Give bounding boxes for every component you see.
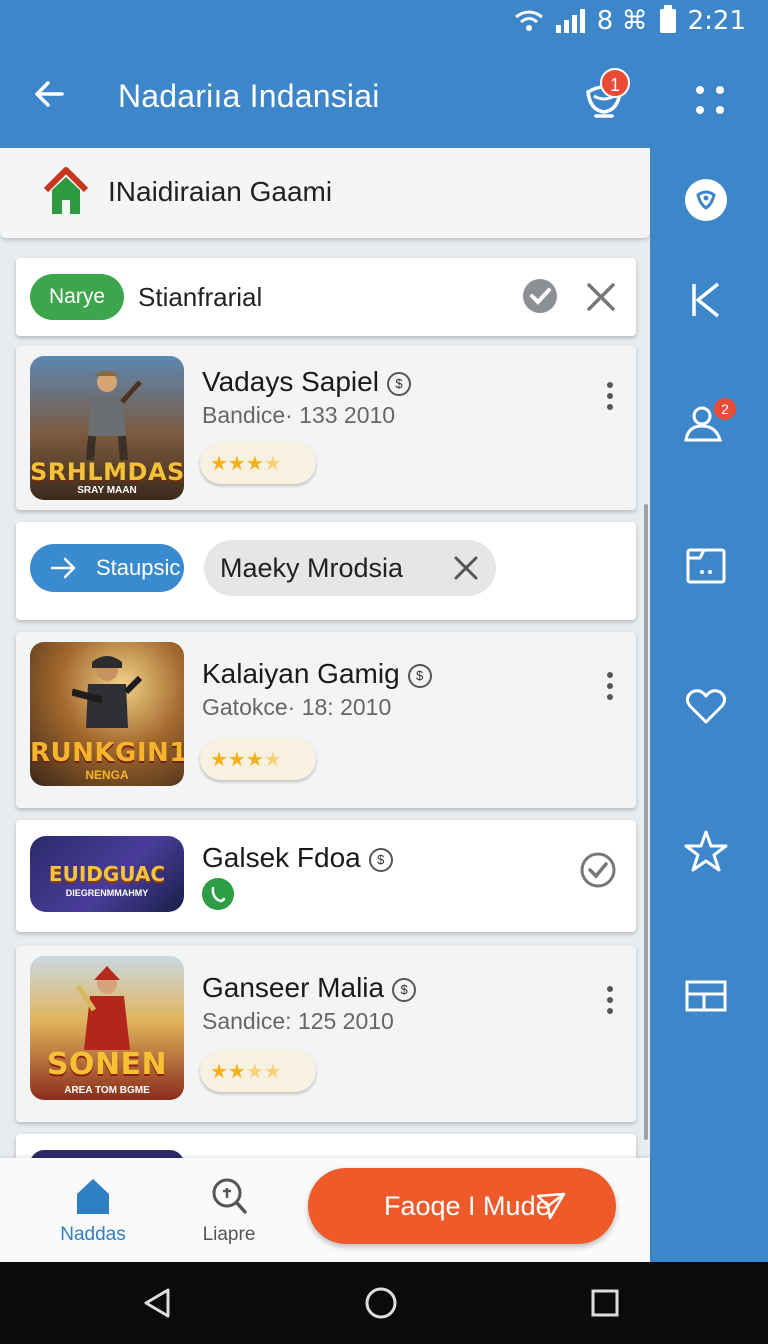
coin-icon: $ (386, 371, 411, 396)
section-title: INaidiraian Gaami (108, 176, 333, 207)
star-icon[interactable] (680, 826, 732, 878)
rating-pill: ★★★★ (200, 1050, 316, 1092)
game-card[interactable] (16, 1134, 636, 1158)
coin-icon: $ (407, 663, 432, 688)
status-time: 2:21 (687, 6, 746, 36)
game-thumbnail: SRHLMDASAS SRAY MAAN (30, 356, 184, 500)
system-recents-icon[interactable] (588, 1286, 622, 1320)
game-card[interactable]: SONEN AREA TOM BGME Ganseer Malia $ Sandi… (16, 946, 636, 1122)
game-subtitle: Bandice· 133 2010 (202, 402, 396, 428)
skip-back-icon[interactable] (680, 274, 732, 326)
game-card[interactable]: EUIDGUAC DIEGRENMMAHMY Galsek Fdoa $ (16, 820, 636, 932)
close-icon[interactable] (584, 280, 618, 314)
coin-icon: $ (392, 977, 417, 1002)
search-info-icon (212, 1178, 247, 1214)
bottom-nav: Naddas Liapre Faoqe I Mude (0, 1158, 650, 1262)
game-title: Galsek Fdoa $ (202, 842, 393, 874)
notification-badge: 1 (600, 68, 630, 98)
game-art-title: SONEN (46, 1047, 168, 1082)
tag-row: Staupsic Maeky Mrodsia (16, 522, 636, 620)
folder-icon[interactable] (680, 540, 732, 592)
nav-explore[interactable]: Liapre (184, 1176, 274, 1246)
game-title: Ganseer Malia $ (202, 972, 417, 1004)
send-icon (536, 1192, 566, 1220)
location-badge-icon[interactable] (680, 174, 732, 226)
tag-chip[interactable]: Maeky Mrodsia (204, 540, 496, 596)
coin-icon: $ (368, 847, 393, 872)
soldier-art (86, 371, 142, 461)
status-extra: 8 ⌘ (596, 6, 648, 36)
game-art-title: SRHLMDASAS (30, 458, 184, 486)
home-logo-icon (43, 167, 89, 214)
game-thumbnail (30, 1150, 184, 1158)
content-area: INaidiraian Gaami Narye Stianfrarial SRH… (0, 148, 650, 1158)
game-thumbnail: SONEN AREA TOM BGME (30, 956, 184, 1100)
game-art-sub: SRAY MAAN (77, 485, 137, 496)
app-bar: Nadariıa Indansiai 1 (0, 44, 768, 148)
game-title: Vadays Sapiel $ (202, 366, 411, 398)
rating-pill: ★★★★ (200, 738, 316, 780)
more-dots-icon[interactable] (690, 80, 730, 120)
right-rail: 2 (650, 148, 768, 1262)
scrollbar[interactable] (644, 504, 648, 1140)
section-header: INaidiraian Gaami (0, 148, 650, 238)
game-art-sub: AREA TOM BGME (64, 1085, 150, 1096)
status-bar: 8 ⌘ 2:21 (0, 0, 768, 44)
more-vertical-icon[interactable] (604, 382, 616, 416)
system-back-icon[interactable] (140, 1286, 174, 1320)
game-thumbnail: EUIDGUAC DIEGRENMMAHMY (30, 836, 184, 912)
more-vertical-icon[interactable] (604, 672, 616, 706)
wifi-icon (514, 10, 543, 31)
filter-chip[interactable]: Narye (30, 274, 124, 320)
game-art-sub: DIEGRENMMAHMY (65, 888, 149, 898)
filter-text: Stianfrarial (138, 282, 263, 312)
game-art-title: RUNKGIN1 (30, 738, 184, 768)
arrow-right-icon (50, 557, 76, 579)
soldier-art (72, 656, 142, 728)
game-card[interactable]: SRHLMDASAS SRAY MAAN Vadays Sapiel$ Band… (16, 346, 636, 510)
battery-icon (659, 5, 676, 33)
game-title: Kalaiyan Gamig $ (202, 658, 432, 690)
users-badge: 2 (714, 398, 736, 420)
primary-cta-button[interactable]: Faoqe I Mude (308, 1168, 616, 1244)
filter-row: Narye Stianfrarial (16, 258, 636, 336)
home-icon (77, 1179, 109, 1214)
remove-tag-icon[interactable] (452, 554, 480, 582)
page-title: Nadariıa Indansiai (118, 78, 380, 114)
game-subtitle: Gatokce· 18: 2010 (202, 694, 392, 720)
system-nav-bar (0, 1262, 768, 1344)
signal-icon (555, 9, 585, 33)
heart-icon[interactable] (680, 680, 732, 732)
check-circle-icon[interactable] (522, 278, 558, 314)
layout-grid-icon[interactable] (680, 970, 732, 1022)
game-thumbnail: RUNKGIN1 NENGA (30, 642, 184, 786)
game-subtitle: Sandice: 125 2010 (202, 1008, 394, 1034)
back-arrow-icon[interactable] (30, 74, 70, 114)
more-vertical-icon[interactable] (604, 986, 616, 1020)
nav-home[interactable]: Naddas (48, 1176, 138, 1246)
game-art-sub: NENGA (85, 768, 129, 782)
game-art-title: EUIDGUAC (48, 862, 166, 886)
system-home-icon[interactable] (364, 1286, 398, 1320)
action-chip[interactable]: Staupsic (30, 544, 184, 592)
phone-icon (202, 878, 234, 910)
rating-pill: ★★★★ (200, 442, 316, 484)
check-outline-icon[interactable] (578, 850, 618, 890)
game-card[interactable]: RUNKGIN1 NENGA Kalaiyan Gamig $ Gatokce· … (16, 632, 636, 808)
